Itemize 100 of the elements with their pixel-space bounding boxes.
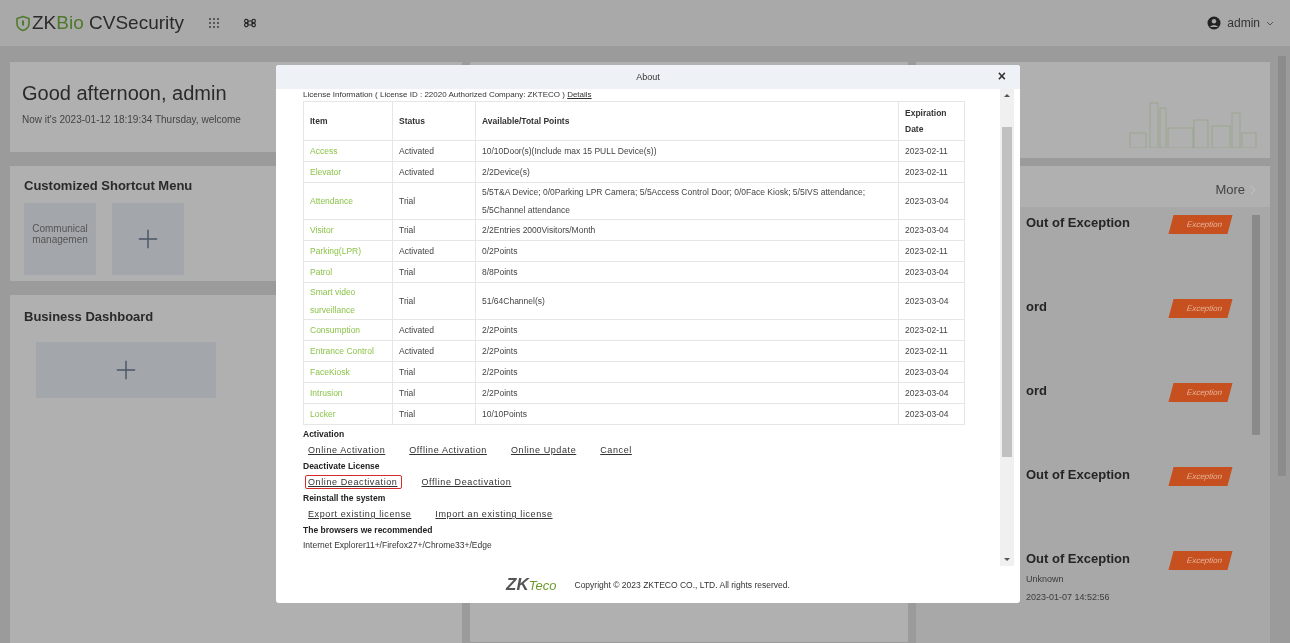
app-grid-icon[interactable] [208,17,221,29]
module-link[interactable]: Smart video surveillance [303,282,393,320]
module-link[interactable]: Elevator [303,161,393,183]
exception-tag: Exception [1168,299,1233,318]
action-link[interactable]: Cancel [597,443,637,457]
add-shortcut-tile[interactable] [112,203,184,275]
module-link[interactable]: Intrusion [303,382,393,404]
expiration-cell: 2023-02-11 [898,140,965,162]
event-title: ord [1026,383,1047,398]
section-heading: Reinstall the system [303,492,387,504]
points-cell: 2/2Points [475,361,899,383]
scrollbar[interactable] [1000,89,1014,566]
plus-icon [137,228,159,250]
column-header: Available/Total Points [475,101,899,141]
points-cell: 0/2Points [475,240,899,262]
event-title: Out of Exception [1026,467,1130,482]
company-logo: ZKTeco [506,574,557,595]
expiration-cell: 2023-03-04 [898,382,965,404]
module-link[interactable]: Access [303,140,393,162]
expiration-cell: 2023-03-04 [898,282,965,320]
points-cell: 5/5T&A Device; 0/0Parking LPR Camera; 5/5Access Control Door; 0/0Face Kiosk; 5/5IVS attendance; 5/5Channel attendance [475,182,899,220]
scroll-down-icon[interactable] [1004,558,1010,562]
module-link[interactable]: Consumption [303,319,393,341]
status-cell: Activated [392,319,476,341]
status-cell: Activated [392,240,476,262]
shield-logo-icon [16,14,30,32]
expiration-cell: 2023-02-11 [898,319,965,341]
expiration-cell: 2023-02-11 [898,240,965,262]
expiration-cell: 2023-03-04 [898,219,965,241]
greeting-subtitle: Now it's 2023-01-12 18:19:34 Thursday, welcome [22,114,241,125]
column-header: Status [392,101,476,141]
copyright-text: Copyright © 2023 ZKTECO CO., LTD. All rights reserved. [574,579,790,590]
status-cell: Trial [392,261,476,283]
command-icon[interactable] [244,17,257,29]
status-cell: Trial [392,361,476,383]
points-cell: 8/8Points [475,261,899,283]
action-link[interactable]: Online Activation [305,443,391,457]
section-heading: Activation [303,428,346,440]
status-cell: Trial [392,219,476,241]
event-title: Out of Exception [1026,551,1130,566]
expiration-cell: 2023-03-04 [898,403,965,425]
module-link[interactable]: Visitor [303,219,393,241]
action-link[interactable]: Online Update [507,443,582,457]
event-title: ord [1026,299,1047,314]
exception-tag: Exception [1168,467,1233,486]
exception-tag: Exception [1168,383,1233,402]
action-link[interactable]: Export existing license [305,507,417,521]
card-title: Customized Shortcut Menu [24,178,193,193]
browser-list-text: Internet Explorer11+/Firefox27+/Chrome33+/Edge [303,540,493,550]
module-link[interactable]: Patrol [303,261,393,283]
exception-tag: Exception [1168,215,1233,234]
event-title: Out of Exception [1026,215,1130,230]
expiration-cell: 2023-02-11 [898,340,965,362]
close-button[interactable]: × [997,69,1006,83]
event-time: 2023-01-07 14:52:56 [1026,592,1111,602]
column-header: Item [303,101,393,141]
module-link[interactable]: Locker [303,403,393,425]
status-cell: Trial [392,182,476,220]
module-link[interactable]: Attendance [303,182,393,220]
module-link[interactable]: FaceKiosk [303,361,393,383]
module-link[interactable]: Parking(LPR) [303,240,393,262]
add-dashboard-tile[interactable] [36,342,216,398]
more-link[interactable]: More [1215,182,1245,197]
points-cell: 2/2Points [475,340,899,362]
points-cell: 2/2Device(s) [475,161,899,183]
points-cell: 10/10Door(s)(Include max 15 PULL Device(s)) [475,140,899,162]
status-cell: Activated [392,340,476,362]
scrollbar[interactable] [1252,215,1260,435]
points-cell: 51/64Channel(s) [475,282,899,320]
user-menu[interactable]: admin [1207,16,1274,30]
status-cell: Activated [392,140,476,162]
status-cell: Trial [392,282,476,320]
points-cell: 2/2Points [475,382,899,404]
points-cell: 10/10Points [475,403,899,425]
dialog-title: About [636,72,660,82]
action-link[interactable]: Online Deactivation [305,475,403,489]
module-link[interactable]: Entrance Control [303,340,393,362]
expiration-cell: 2023-03-04 [898,182,965,220]
column-header: Expiration Date [898,101,965,141]
exception-tag: Exception [1168,551,1233,570]
status-cell: Trial [392,403,476,425]
points-cell: 2/2Entries 2000Visitors/Month [475,219,899,241]
scrollbar-thumb[interactable] [1002,127,1012,457]
details-link[interactable]: Details [567,90,592,99]
expiration-cell: 2023-02-11 [898,161,965,183]
scroll-up-icon[interactable] [1004,93,1010,97]
app-logo: ZKBio CVSecurity [32,12,185,34]
action-link[interactable]: Offline Deactivation [418,475,517,489]
card-title: Business Dashboard [24,309,154,324]
greeting-title: Good afternoon, admin [22,82,227,105]
caret-down-icon [1266,20,1274,26]
shortcut-tile[interactable]: Communical managemen [24,203,96,275]
plus-icon [115,359,137,381]
status-cell: Trial [392,382,476,404]
action-link[interactable]: Import an existing license [432,507,558,521]
section-heading: The browsers we recommended [303,524,434,536]
action-link[interactable]: Offline Activation [406,443,492,457]
expiration-cell: 2023-03-04 [898,261,965,283]
license-info-text: License Information ( License ID : 22020 Authorized Company: ZKTECO ) [303,90,565,99]
user-avatar-icon [1207,16,1222,30]
